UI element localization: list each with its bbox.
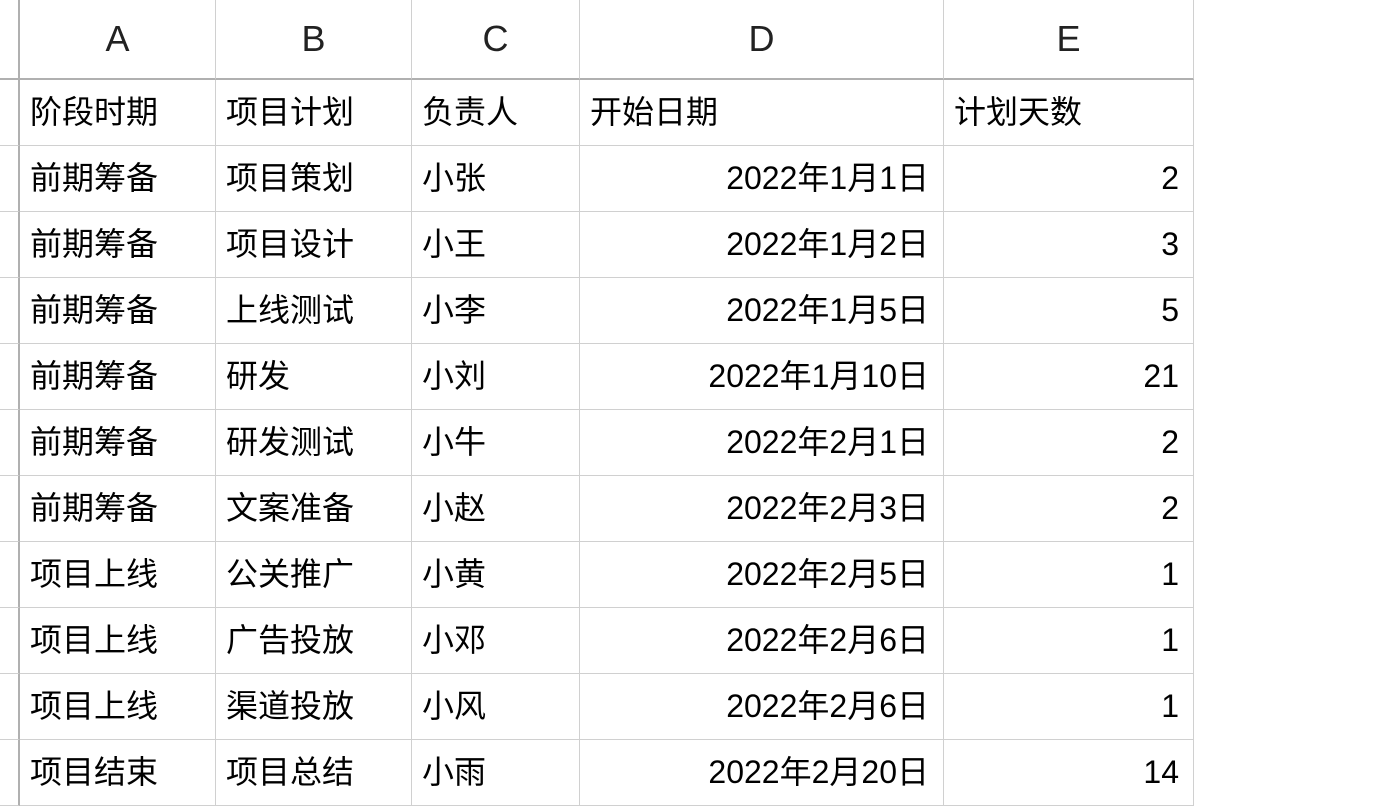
cell-phase[interactable]: 项目结束 [20,740,216,806]
cell-days[interactable]: 14 [944,740,1194,806]
cell-phase[interactable]: 前期筹备 [20,476,216,542]
cell-phase[interactable]: 前期筹备 [20,410,216,476]
cell-start-date[interactable]: 2022年1月5日 [580,278,944,344]
row-gutter[interactable] [0,344,20,410]
spreadsheet-grid[interactable]: A B C D E 阶段时期 项目计划 负责人 开始日期 计划天数 前期筹备 项… [0,0,1390,806]
select-all-corner[interactable] [0,0,20,80]
header-phase[interactable]: 阶段时期 [20,80,216,146]
cell-phase[interactable]: 项目上线 [20,674,216,740]
cell-plan[interactable]: 广告投放 [216,608,412,674]
header-start-date[interactable]: 开始日期 [580,80,944,146]
cell-days[interactable]: 1 [944,542,1194,608]
cell-owner[interactable]: 小李 [412,278,580,344]
col-header-d[interactable]: D [580,0,944,80]
cell-owner[interactable]: 小王 [412,212,580,278]
row-gutter[interactable] [0,212,20,278]
cell-phase[interactable]: 前期筹备 [20,344,216,410]
cell-owner[interactable]: 小张 [412,146,580,212]
row-gutter[interactable] [0,476,20,542]
cell-plan[interactable]: 项目策划 [216,146,412,212]
cell-start-date[interactable]: 2022年2月1日 [580,410,944,476]
cell-plan[interactable]: 项目总结 [216,740,412,806]
cell-owner[interactable]: 小刘 [412,344,580,410]
row-gutter[interactable] [0,542,20,608]
header-days[interactable]: 计划天数 [944,80,1194,146]
cell-plan[interactable]: 渠道投放 [216,674,412,740]
header-plan[interactable]: 项目计划 [216,80,412,146]
cell-start-date[interactable]: 2022年2月6日 [580,608,944,674]
cell-owner[interactable]: 小牛 [412,410,580,476]
cell-owner[interactable]: 小雨 [412,740,580,806]
cell-plan[interactable]: 公关推广 [216,542,412,608]
col-header-a[interactable]: A [20,0,216,80]
col-header-b[interactable]: B [216,0,412,80]
cell-plan[interactable]: 研发 [216,344,412,410]
cell-plan[interactable]: 上线测试 [216,278,412,344]
cell-owner[interactable]: 小风 [412,674,580,740]
cell-owner[interactable]: 小黄 [412,542,580,608]
cell-owner[interactable]: 小邓 [412,608,580,674]
row-gutter[interactable] [0,146,20,212]
cell-days[interactable]: 1 [944,674,1194,740]
cell-start-date[interactable]: 2022年1月10日 [580,344,944,410]
cell-phase[interactable]: 前期筹备 [20,146,216,212]
cell-start-date[interactable]: 2022年2月3日 [580,476,944,542]
cell-plan[interactable]: 项目设计 [216,212,412,278]
cell-start-date[interactable]: 2022年1月1日 [580,146,944,212]
row-gutter[interactable] [0,674,20,740]
cell-start-date[interactable]: 2022年2月6日 [580,674,944,740]
cell-days[interactable]: 21 [944,344,1194,410]
cell-days[interactable]: 2 [944,476,1194,542]
cell-days[interactable]: 3 [944,212,1194,278]
cell-start-date[interactable]: 2022年2月20日 [580,740,944,806]
cell-start-date[interactable]: 2022年1月2日 [580,212,944,278]
cell-plan[interactable]: 研发测试 [216,410,412,476]
row-gutter[interactable] [0,410,20,476]
col-header-e[interactable]: E [944,0,1194,80]
cell-days[interactable]: 2 [944,410,1194,476]
row-gutter[interactable] [0,80,20,146]
row-gutter[interactable] [0,608,20,674]
cell-start-date[interactable]: 2022年2月5日 [580,542,944,608]
cell-phase[interactable]: 项目上线 [20,542,216,608]
cell-phase[interactable]: 项目上线 [20,608,216,674]
cell-phase[interactable]: 前期筹备 [20,278,216,344]
cell-plan[interactable]: 文案准备 [216,476,412,542]
cell-days[interactable]: 1 [944,608,1194,674]
col-header-c[interactable]: C [412,0,580,80]
cell-days[interactable]: 5 [944,278,1194,344]
cell-owner[interactable]: 小赵 [412,476,580,542]
header-owner[interactable]: 负责人 [412,80,580,146]
cell-phase[interactable]: 前期筹备 [20,212,216,278]
row-gutter[interactable] [0,278,20,344]
cell-days[interactable]: 2 [944,146,1194,212]
row-gutter[interactable] [0,740,20,806]
